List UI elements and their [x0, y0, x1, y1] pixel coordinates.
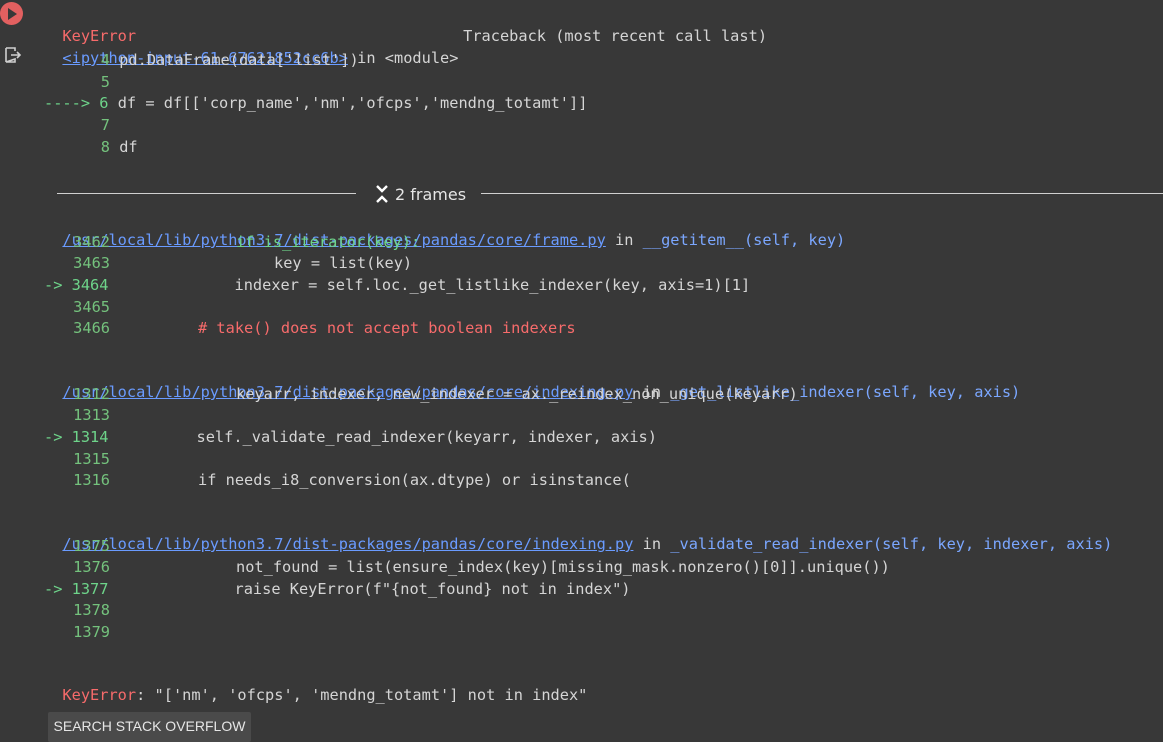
code-text: raise KeyError(f"{not_found} not in inde… — [234, 580, 631, 598]
code-text: if needs_i8_conversion(ax.dtype) or isin… — [198, 471, 631, 489]
in-keyword: in — [615, 231, 634, 249]
code-line: 1313 — [44, 405, 110, 426]
code-text: keyarr, indexer, new_indexer = ax._reind… — [236, 385, 798, 403]
code-line: 3466 # take() does not accept boolean ind… — [44, 318, 576, 339]
code-line: 3463 key = list(key) — [44, 253, 412, 274]
line-number: 1316 — [73, 471, 110, 489]
code-text: key = list(key) — [274, 254, 413, 272]
code-line: 1379 — [44, 622, 110, 643]
code-line: 1375 — [44, 536, 110, 557]
input-in-text: in <module> — [357, 49, 459, 67]
current-line-arrow: -> — [44, 428, 63, 446]
final-error: KeyError: "['nm', 'ofcps', 'mendng_totam… — [44, 665, 587, 704]
input-frame-header: <ipython-input-61-67621852cc6b> in <modu… — [44, 28, 458, 67]
frames-toggle[interactable]: 2 frames — [57, 184, 1163, 204]
play-icon — [7, 7, 17, 20]
frame-header: /usr/local/lib/python3.7/dist-packages/p… — [44, 514, 1112, 553]
divider — [57, 193, 356, 194]
code-text: df — [119, 138, 138, 156]
collapse-icon — [376, 185, 388, 203]
code-text: not_found = list(ensure_index(key)[missi… — [236, 558, 890, 576]
current-line-arrow: -> — [44, 580, 63, 598]
line-number: 6 — [99, 94, 109, 112]
line-number: 3465 — [73, 298, 110, 316]
code-line: 1378 — [44, 600, 110, 621]
line-number: 1313 — [73, 406, 110, 424]
line-number: 7 — [100, 116, 110, 134]
final-error-name: KeyError — [62, 686, 137, 704]
current-line-arrow: -> — [44, 276, 63, 294]
code-line: 3462 if is_iterator(key): — [44, 232, 420, 253]
line-number: 3466 — [73, 319, 110, 337]
line-number: 1378 — [73, 601, 110, 619]
frame-header: /usr/local/lib/python3.7/dist-packages/p… — [44, 210, 845, 249]
code-line: 5 — [44, 72, 119, 93]
line-number: 1314 — [71, 428, 109, 446]
traceback-title: Traceback (most recent call last) — [463, 27, 768, 45]
line-number: 1377 — [71, 580, 109, 598]
line-number: 3463 — [73, 254, 110, 272]
code-text: if is_iterator(key): — [236, 233, 421, 251]
code-line: 8 df — [44, 137, 138, 158]
frame-header: /usr/local/lib/python3.7/dist-packages/p… — [44, 362, 1020, 401]
frames-toggle-label[interactable]: 2 frames — [375, 184, 466, 204]
run-cell-button[interactable] — [0, 2, 23, 25]
line-number: 5 — [100, 73, 110, 91]
code-comment: # take() does not accept boolean indexer… — [198, 319, 576, 337]
line-number: 8 — [100, 138, 110, 156]
cell-gutter — [0, 0, 40, 732]
code-text: pd.DataFrame(data['list']) — [119, 51, 359, 69]
frame-function: _validate_read_indexer(self, key, indexe… — [670, 535, 1113, 553]
code-line-current: ----> 6 df = df[['corp_name','nm','ofcps… — [44, 93, 587, 114]
traceback-header: KeyError Traceback (most recent call last… — [44, 6, 767, 45]
line-number: 3462 — [73, 233, 110, 251]
line-number: 1379 — [73, 623, 110, 641]
code-line: 4 pd.DataFrame(data['list']) — [44, 50, 359, 71]
search-stack-overflow-button[interactable]: SEARCH STACK OVERFLOW — [48, 712, 251, 742]
clear-output-icon[interactable] — [4, 46, 22, 68]
frame-file-link[interactable]: /usr/local/lib/python3.7/dist-packages/p… — [62, 535, 633, 553]
code-line: 1315 — [44, 449, 110, 470]
line-number: 1315 — [73, 450, 110, 468]
code-line-current: -> 3464 indexer = self.loc._get_listlike_… — [44, 275, 750, 296]
line-number: 1376 — [73, 558, 110, 576]
frame-function: __getitem__(self, key) — [642, 231, 846, 249]
line-number: 1375 — [73, 537, 110, 555]
code-line: 7 — [44, 115, 119, 136]
code-line: 3465 — [44, 297, 110, 318]
code-line-current: -> 1314 self._validate_read_indexer(keyar… — [44, 427, 657, 448]
code-line: 1312 keyarr, indexer, new_indexer = ax._r… — [44, 384, 798, 405]
code-line: 1316 if needs_i8_conversion(ax.dtype) or … — [44, 470, 631, 491]
frames-count: 2 frames — [395, 184, 467, 204]
code-text: self._validate_read_indexer(keyarr, inde… — [196, 428, 657, 446]
current-line-arrow: ----> — [44, 94, 91, 112]
code-line-current: -> 1377 raise KeyError(f"{not_found} not … — [44, 579, 631, 600]
code-line: 1376 not_found = list(ensure_index(key)[m… — [44, 557, 890, 578]
line-number: 1312 — [73, 385, 110, 403]
divider — [481, 193, 1163, 194]
code-text: indexer = self.loc._get_listlike_indexer… — [234, 276, 751, 294]
line-number: 3464 — [71, 276, 109, 294]
code-text: df = df[['corp_name','nm','ofcps','mendn… — [117, 94, 588, 112]
line-number: 4 — [100, 51, 110, 69]
in-keyword: in — [642, 535, 662, 553]
final-error-message: : "['nm', 'ofcps', 'mendng_totamt'] not … — [136, 686, 588, 704]
